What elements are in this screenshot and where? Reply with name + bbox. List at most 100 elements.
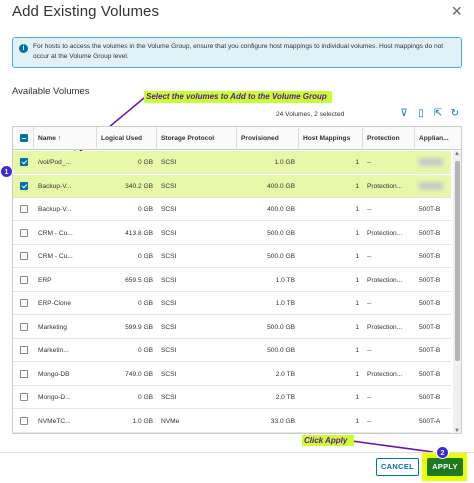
scroll-up-icon[interactable]: ▲ (454, 151, 460, 157)
cell-appliance: 500T-B (419, 229, 441, 237)
table-row[interactable]: Mongo-DB 749.0 GB SCSI 2.0 TB 1 Protection...… (13, 363, 451, 386)
cell-appliance: 500T-B (419, 370, 441, 378)
table-row[interactable]: CRM - Cu... 413.8 GB SCSI 500.0 GB 1 Protecti… (13, 222, 451, 245)
cell-logical-used: 340.2 GB (125, 182, 153, 190)
cell-protection: Protection... (367, 276, 403, 284)
cell-provisioned: 500.0 GB (267, 323, 295, 331)
cell-logical-used: 413.8 GB (125, 229, 153, 237)
cell-name: Mongo-DB (38, 370, 70, 378)
cell-provisioned: 33.0 GB (270, 417, 295, 425)
cell-protection: Protection... (367, 323, 403, 331)
row-checkbox[interactable] (20, 158, 28, 166)
row-checkbox[interactable] (20, 205, 28, 213)
close-icon[interactable]: × (451, 2, 462, 20)
column-header-logical-used[interactable]: Logical Used (97, 127, 157, 150)
dialog-title: Add Existing Volumes (12, 3, 160, 20)
cell-storage-protocol: SCSI (161, 182, 177, 190)
cell-provisioned: 1.0 TB (275, 300, 295, 307)
scroll-thumb[interactable] (455, 161, 460, 361)
cell-protection: Protection... (367, 182, 403, 190)
table-row[interactable]: Mongo-D... 0 GB SCSI 2.0 TB 1 -- 500T-B (13, 386, 451, 409)
cell-provisioned: 500.0 GB (267, 253, 295, 260)
cell-name: CRM - Cu... (38, 229, 73, 237)
cell-provisioned: 400.0 GB (267, 182, 295, 190)
column-header-protection[interactable]: Protection (363, 127, 415, 150)
cell-storage-protocol: SCSI (161, 370, 177, 378)
row-checkbox[interactable] (20, 275, 28, 284)
select-all-checkbox[interactable] (20, 134, 28, 142)
table-row[interactable]: Marketing 599.9 GB SCSI 500.0 GB 1 Protection… (13, 316, 451, 339)
select-all-cell (13, 127, 34, 150)
column-header-storage-protocol[interactable]: Storage Protocol (157, 127, 237, 150)
section-title: Available Volumes (12, 86, 90, 97)
export-icon[interactable]: ⇱ (432, 108, 444, 120)
refresh-icon[interactable]: ↻ (449, 108, 461, 120)
redacted-value (419, 181, 443, 190)
column-header-host-mappings[interactable]: Host Mappings (299, 127, 363, 150)
cell-name: /vol/Pod_... (38, 159, 71, 166)
sort-ascending-icon: ↑ (57, 135, 62, 142)
row-checkbox[interactable] (20, 369, 28, 378)
row-checkbox[interactable] (20, 322, 28, 331)
row-checkbox[interactable] (20, 181, 28, 190)
table-row[interactable]: ERP-Clone 0 GB SCSI 1.0 TB 1 -- 500T-B (13, 292, 451, 315)
column-header-appliance[interactable]: Applian... (415, 127, 461, 150)
footer-divider (0, 452, 474, 453)
row-checkbox[interactable] (20, 393, 28, 401)
cell-appliance: 500T-B (419, 253, 441, 260)
cell-host-mappings: 1 (355, 323, 359, 331)
cell-protection: -- (367, 253, 372, 260)
cell-logical-used: 749.0 GB (125, 370, 153, 378)
table-row[interactable]: NVMeTC... 1.0 GB NVMe 33.0 GB 1 -- 500T-A (13, 410, 451, 433)
cell-appliance (415, 151, 451, 174)
table-row[interactable]: CRM - Cu... 0 GB SCSI 500.0 GB 1 -- 500T-B (13, 245, 451, 268)
table-row[interactable]: Backup-V... 0 GB SCSI 400.0 GB 1 -- 500T-B (13, 198, 451, 221)
cell-logical-used: 659.5 GB (125, 276, 153, 284)
table-row[interactable]: Backup-V... 340.2 GB SCSI 400.0 GB 1 Protecti… (13, 174, 451, 198)
cell-storage-protocol: NVMe (161, 417, 180, 425)
filter-icon[interactable]: ⊽ (398, 108, 410, 120)
grid-scrollbar[interactable]: ▲ ▼ (453, 151, 461, 433)
callout-click-apply: Click Apply (302, 435, 354, 446)
row-checkbox[interactable] (20, 228, 28, 237)
cell-logical-used: 0 GB (137, 300, 153, 307)
cell-appliance: 500T-B (419, 394, 441, 401)
table-row[interactable]: Marketin... 0 GB SCSI 500.0 GB 1 -- 500T-B (13, 339, 451, 362)
cell-name: NVMeTC... (38, 417, 71, 425)
cell-appliance (415, 175, 451, 198)
cell-appliance: 500T-B (419, 300, 441, 307)
table-row[interactable]: ERP 659.5 GB SCSI 1.0 TB 1 Protection... 500T-… (13, 269, 451, 292)
cell-name: Backup-V... (38, 206, 72, 213)
cell-appliance: 500T-B (419, 276, 441, 284)
column-header-name[interactable]: Name ↑ (34, 127, 97, 150)
row-checkbox[interactable] (20, 299, 28, 307)
volume-count: 24 Volumes, 2 selected (276, 111, 345, 118)
cell-logical-used: 0 GB (137, 159, 153, 166)
apply-button[interactable]: APPLY (427, 458, 463, 476)
cell-protection: Protection... (367, 370, 403, 378)
cell-logical-used: 0 GB (137, 253, 153, 260)
redacted-value (419, 158, 443, 167)
scroll-down-icon[interactable]: ▼ (454, 428, 460, 433)
table-row[interactable]: /vol/Pod_... 0 GB SCSI 1.0 GB 1 -- (13, 151, 451, 174)
cell-storage-protocol: SCSI (161, 394, 177, 401)
row-checkbox[interactable] (20, 252, 28, 260)
row-checkbox[interactable] (20, 416, 28, 425)
columns-icon[interactable]: ▯ (415, 108, 427, 120)
row-checkbox[interactable] (20, 346, 28, 354)
info-icon: i (19, 44, 28, 53)
cell-protection: -- (367, 206, 372, 213)
column-header-provisioned[interactable]: Provisioned (237, 127, 299, 150)
cell-logical-used: 0 GB (137, 206, 153, 213)
cell-provisioned: 1.0 TB (275, 276, 295, 284)
cell-host-mappings: 1 (355, 229, 359, 237)
cell-provisioned: 500.0 GB (267, 229, 295, 237)
cell-provisioned: 500.0 GB (267, 347, 295, 354)
cell-host-mappings: 1 (355, 206, 359, 213)
cell-host-mappings: 1 (355, 417, 359, 425)
cell-protection: -- (367, 347, 372, 354)
cancel-button[interactable]: CANCEL (376, 458, 419, 476)
cell-host-mappings: 1 (355, 253, 359, 260)
cell-host-mappings: 1 (355, 370, 359, 378)
info-banner: i For hosts to access the volumes in the… (12, 37, 462, 68)
